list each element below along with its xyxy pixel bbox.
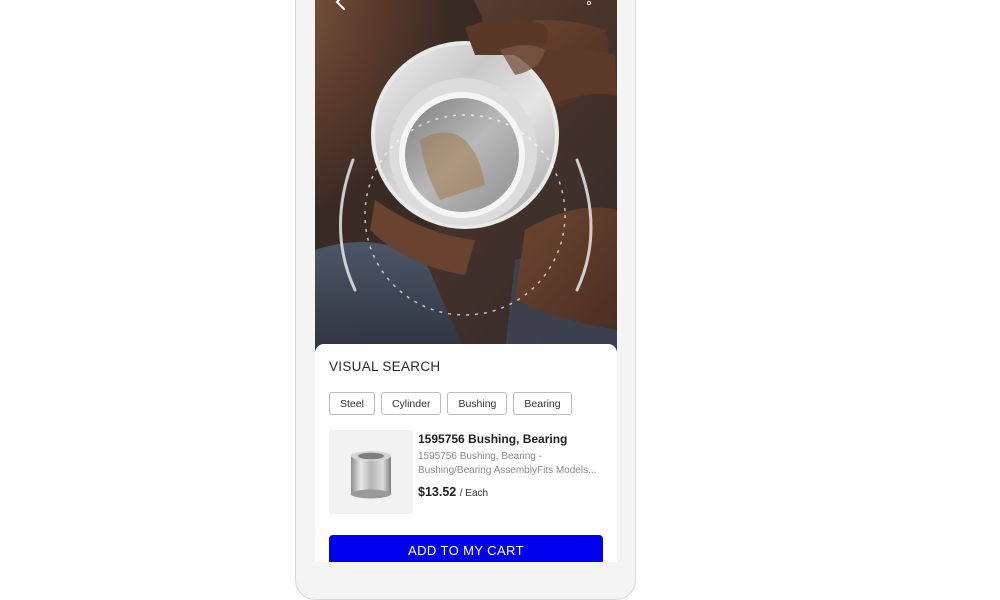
product-thumbnail[interactable] (329, 430, 413, 514)
tag-bushing[interactable]: Bushing (447, 392, 508, 415)
product-description: 1595756 Bushing, Bearing - Bushing/Beari… (418, 450, 602, 478)
more-vertical-icon[interactable] (585, 0, 593, 10)
product-name[interactable]: 1595756 Bushing, Bearing (418, 432, 567, 446)
product-card[interactable]: 1595756 Bushing, Bearing 1595756 Bushing… (329, 430, 609, 514)
product-price: $13.52 (418, 485, 457, 499)
tag-cylinder[interactable]: Cylinder (380, 392, 442, 415)
tag-steel[interactable]: Steel (329, 392, 375, 415)
app-screen: VISUAL SEARCH Steel Cylinder Bushing Bea… (315, 0, 617, 562)
panel-title: VISUAL SEARCH (329, 359, 441, 374)
tag-list: Steel Cylinder Bushing Bearing (329, 392, 572, 415)
bushing-product-image (350, 451, 392, 499)
product-description-line: 1595756 Bushing, Bearing - (418, 451, 542, 462)
visual-search-panel: VISUAL SEARCH Steel Cylinder Bushing Bea… (315, 344, 617, 562)
tag-bearing[interactable]: Bearing (513, 392, 572, 415)
product-unit: / Each (459, 488, 489, 499)
camera-photo (315, 0, 617, 352)
product-description-line: Bushing/Bearing AssemblyFits Models... (418, 465, 597, 476)
product-price-row: $13.52 / Each (418, 485, 488, 499)
add-to-cart-button[interactable]: ADD TO MY CART (329, 535, 603, 562)
camera-viewfinder (315, 0, 617, 352)
chevron-left-icon[interactable] (333, 0, 349, 10)
